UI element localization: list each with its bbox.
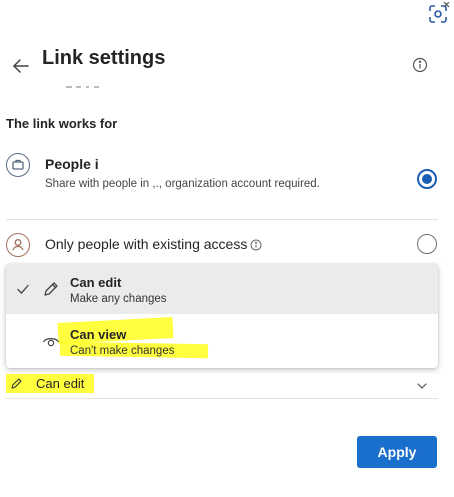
eye-icon (42, 334, 60, 348)
person-icon (6, 233, 30, 257)
link-settings-panel: Link settings The link works for People … (0, 0, 454, 497)
option-existing-title[interactable]: Only people with existing access (45, 236, 247, 252)
section-label: The link works for (6, 116, 118, 131)
divider (6, 219, 438, 220)
divider (6, 398, 438, 399)
scan-icon[interactable] (426, 2, 450, 26)
menu-item-desc: Make any changes (70, 293, 167, 305)
briefcase-icon (6, 153, 30, 177)
menu-item-title: Can view (70, 327, 127, 342)
back-arrow-icon[interactable] (10, 55, 32, 77)
option-people-title[interactable]: People i (45, 156, 99, 172)
header-remnant (66, 86, 99, 88)
option-existing-radio[interactable] (417, 234, 437, 254)
chevron-down-icon[interactable] (416, 378, 428, 389)
permission-label: Can edit (36, 376, 85, 391)
option-people-radio[interactable] (417, 169, 437, 189)
pencil-icon (10, 376, 24, 390)
pencil-icon (42, 280, 60, 298)
permission-dropdown[interactable]: Can edit (6, 370, 438, 398)
permission-menu: Can edit Make any changes Can view Can't… (6, 264, 438, 368)
page-title: Link settings (42, 47, 166, 69)
apply-button[interactable]: Apply (357, 436, 437, 468)
info-icon[interactable] (250, 238, 262, 251)
option-people-desc: Share with people in ,., organization ac… (45, 178, 320, 190)
menu-item-title: Can edit (70, 275, 122, 290)
menu-item-can-view[interactable]: Can view Can't make changes (6, 314, 438, 368)
info-icon[interactable] (412, 57, 428, 73)
menu-item-can-edit[interactable]: Can edit Make any changes (6, 264, 438, 314)
check-icon (16, 282, 30, 296)
menu-item-desc: Can't make changes (70, 345, 175, 357)
